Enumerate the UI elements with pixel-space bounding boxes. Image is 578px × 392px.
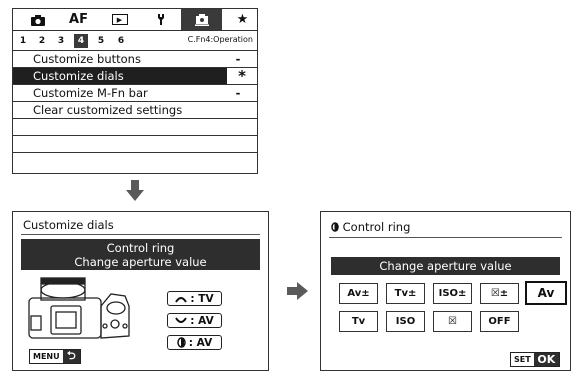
menu-button-label: MENU bbox=[33, 352, 60, 361]
info-line-1: Control ring bbox=[106, 241, 175, 255]
menu-item-customize-dials[interactable]: Customize dials * bbox=[13, 68, 257, 85]
menu-item-customize-buttons[interactable]: Customize buttons - bbox=[13, 51, 257, 68]
set-ok-button[interactable]: SET OK bbox=[510, 352, 560, 367]
arrow-right-icon bbox=[287, 282, 308, 300]
dial-label: : TV bbox=[190, 292, 214, 305]
af-icon: AF bbox=[69, 12, 88, 27]
tab-af[interactable]: AF bbox=[58, 9, 99, 30]
page-selector: 1 2 3 4 5 6 C.Fn4:Operation bbox=[13, 31, 257, 51]
control-ring-icon bbox=[331, 222, 339, 232]
menu-item-empty bbox=[13, 119, 257, 136]
option-iso-compensation[interactable]: ISO± bbox=[433, 283, 472, 304]
menu-tab-bar: AF ▶ ★ bbox=[13, 9, 257, 31]
page-4[interactable]: 4 bbox=[74, 34, 88, 48]
option-iso[interactable]: ISO bbox=[386, 311, 425, 332]
control-ring-screen: Control ring Change aperture value Av± T… bbox=[320, 211, 571, 371]
tab-setup[interactable] bbox=[140, 9, 181, 30]
tab-shooting[interactable] bbox=[17, 9, 58, 30]
option-exposure-compensation[interactable]: ☒ bbox=[433, 311, 472, 332]
menu-item-label: Customize M-Fn bar bbox=[33, 86, 148, 100]
screen-title: Customize dials bbox=[23, 218, 114, 232]
quick-dial-icon bbox=[175, 316, 188, 323]
tab-my-menu[interactable]: ★ bbox=[222, 9, 263, 30]
ok-label: OK bbox=[537, 353, 556, 366]
menu-item-value: - bbox=[235, 52, 241, 66]
option-exposure-compensation-adjust[interactable]: ☒± bbox=[480, 283, 519, 304]
screen-title-text: Control ring bbox=[342, 220, 411, 234]
divider bbox=[21, 234, 260, 235]
control-ring-icon bbox=[177, 337, 186, 348]
menu-item-empty bbox=[13, 136, 257, 153]
dial-label: : AV bbox=[188, 336, 213, 349]
page-5[interactable]: 5 bbox=[94, 34, 108, 48]
tab-custom-functions[interactable] bbox=[181, 9, 222, 30]
menu-item-value: * bbox=[227, 68, 257, 84]
page-caption: C.Fn4:Operation bbox=[187, 35, 253, 44]
option-av-compensation[interactable]: Av± bbox=[339, 283, 378, 304]
wrench-icon bbox=[157, 14, 164, 25]
set-button-label: SET bbox=[511, 353, 534, 366]
selected-function-info: Control ring Change aperture value bbox=[21, 239, 260, 270]
info-line-2: Change aperture value bbox=[74, 255, 207, 269]
menu-item-label: Clear customized settings bbox=[33, 103, 183, 117]
menu-back-button[interactable]: MENU ⮌ bbox=[29, 349, 81, 364]
playback-icon: ▶ bbox=[111, 14, 128, 25]
menu-item-customize-mfn-bar[interactable]: Customize M-Fn bar - bbox=[13, 85, 257, 102]
main-dial-assignment[interactable]: : TV bbox=[167, 291, 222, 306]
option-tv-compensation[interactable]: Tv± bbox=[386, 283, 425, 304]
option-off[interactable]: OFF bbox=[480, 311, 519, 332]
dial-label: : AV bbox=[190, 314, 214, 327]
camera-icon bbox=[30, 14, 45, 26]
selected-option-label: Change aperture value bbox=[331, 257, 560, 275]
option-av[interactable]: Av bbox=[525, 281, 567, 305]
menu-item-empty bbox=[13, 153, 257, 170]
camera-body-icon bbox=[28, 277, 130, 339]
menu-item-value: - bbox=[235, 86, 241, 100]
custom-functions-menu: AF ▶ ★ 1 2 3 4 5 6 C.Fn4:Operation Custo… bbox=[12, 8, 258, 174]
tab-playback[interactable]: ▶ bbox=[99, 9, 140, 30]
star-icon: ★ bbox=[236, 12, 249, 27]
quick-dial-assignment[interactable]: : AV bbox=[167, 313, 222, 328]
page-1[interactable]: 1 bbox=[16, 34, 30, 48]
divider bbox=[329, 237, 562, 238]
customize-dials-screen: Customize dials Control ring Change aper… bbox=[12, 211, 269, 371]
screen-title: Control ring bbox=[331, 220, 410, 234]
return-icon: ⮌ bbox=[62, 349, 80, 363]
custom-function-icon bbox=[194, 14, 209, 26]
option-tv[interactable]: Tv bbox=[339, 311, 378, 332]
menu-item-label: Customize buttons bbox=[33, 52, 141, 66]
control-ring-assignment[interactable]: : AV bbox=[167, 335, 222, 350]
menu-item-label: Customize dials bbox=[33, 69, 124, 83]
page-3[interactable]: 3 bbox=[54, 34, 68, 48]
arrow-down-icon bbox=[126, 180, 144, 201]
page-2[interactable]: 2 bbox=[35, 34, 49, 48]
menu-item-clear-settings[interactable]: Clear customized settings bbox=[13, 102, 257, 119]
page-6[interactable]: 6 bbox=[114, 34, 128, 48]
main-dial-icon bbox=[175, 296, 188, 303]
